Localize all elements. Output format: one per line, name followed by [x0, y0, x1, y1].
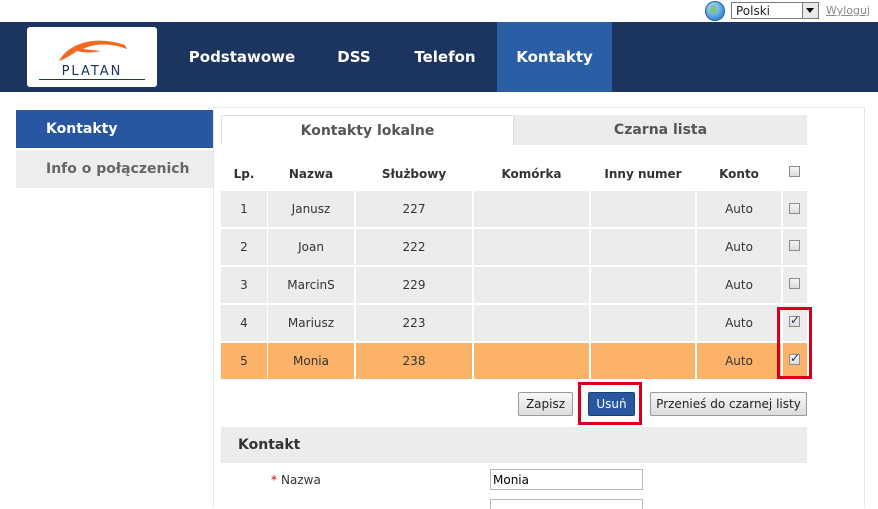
move-to-blacklist-button[interactable]: Przenieś do czarnej listy	[650, 392, 807, 416]
cell-komorka	[474, 191, 589, 227]
required-mark: *	[271, 473, 277, 487]
column-header-lp: Lp.	[233, 167, 255, 181]
nav-kontakty[interactable]: Kontakty	[497, 22, 612, 92]
cell-komorka	[474, 305, 589, 341]
select-all-checkbox[interactable]	[789, 166, 800, 177]
nav-telefon[interactable]: Telefon	[402, 22, 488, 92]
row-checkbox[interactable]	[789, 278, 800, 289]
column-header-sluzbowy: Służbowy	[381, 167, 447, 181]
cell-konto: Auto	[697, 343, 781, 379]
cell-lp: 3	[221, 267, 267, 303]
cell-sluzbowy: 238	[356, 343, 472, 379]
cell-nazwa: Mariusz	[268, 305, 354, 341]
cell-inny-numer	[591, 191, 695, 227]
cell-komorka	[474, 267, 589, 303]
cell-komorka	[474, 229, 589, 265]
save-button[interactable]: Zapisz	[518, 392, 573, 416]
name-field-label: * Nazwa	[271, 473, 321, 487]
column-header-konto: Konto	[719, 167, 759, 181]
cell-nazwa: Joan	[268, 229, 354, 265]
cell-sluzbowy: 227	[356, 191, 472, 227]
cell-konto: Auto	[697, 191, 781, 227]
globe-icon	[705, 1, 725, 21]
language-select-value: Polski	[736, 4, 771, 18]
name-label-text: Nazwa	[281, 473, 321, 487]
row-checkbox[interactable]	[789, 240, 800, 251]
cell-lp: 1	[221, 191, 267, 227]
annotation-highlight-checkboxes	[777, 307, 812, 379]
cell-sluzbowy: 229	[356, 267, 472, 303]
cell-inny-numer	[591, 229, 695, 265]
cell-konto: Auto	[697, 267, 781, 303]
tab-kontakty-lokalne[interactable]: Kontakty lokalne	[221, 115, 514, 145]
next-field-input[interactable]	[490, 499, 643, 509]
cell-inny-numer	[591, 267, 695, 303]
cell-lp: 5	[221, 343, 267, 379]
logo: PLATAN	[27, 27, 157, 87]
sidebar-item-kontakty[interactable]: Kontakty	[16, 110, 213, 148]
cell-inny-numer	[591, 305, 695, 341]
nav-podstawowe[interactable]: Podstawowe	[182, 22, 302, 92]
logo-text: PLATAN	[61, 64, 123, 79]
column-header-komorka: Komórka	[501, 167, 562, 181]
annotation-highlight-delete	[578, 382, 642, 425]
tab-czarna-lista[interactable]: Czarna lista	[514, 115, 807, 145]
cell-sluzbowy: 223	[356, 305, 472, 341]
sidebar-item-info-o-polaczeniach[interactable]: Info o połączenich	[16, 150, 213, 188]
row-checkbox[interactable]	[789, 203, 800, 214]
contact-section-title: Kontakt	[221, 427, 807, 463]
nav-dss[interactable]: DSS	[322, 22, 386, 92]
cell-nazwa: Monia	[268, 343, 354, 379]
cell-nazwa: MarcinS	[268, 267, 354, 303]
language-select[interactable]: Polski	[731, 2, 819, 19]
logo-divider	[39, 79, 145, 80]
cell-lp: 2	[221, 229, 267, 265]
logo-swoosh-icon	[59, 40, 127, 61]
cell-nazwa: Janusz	[268, 191, 354, 227]
column-header-inny-numer: Inny numer	[604, 167, 682, 181]
column-header-nazwa: Nazwa	[288, 167, 334, 181]
cell-konto: Auto	[697, 305, 781, 341]
cell-komorka	[474, 343, 589, 379]
name-input[interactable]	[490, 469, 643, 490]
cell-inny-numer	[591, 343, 695, 379]
sidebar: Kontakty Info o połączenich	[16, 110, 213, 190]
logout-link[interactable]: Wyloguj	[826, 4, 870, 17]
cell-konto: Auto	[697, 229, 781, 265]
cell-sluzbowy: 222	[356, 229, 472, 265]
header: PLATAN Podstawowe DSS Telefon Kontakty	[0, 22, 878, 92]
cell-lp: 4	[221, 305, 267, 341]
chevron-down-icon[interactable]	[802, 3, 818, 18]
top-bar: Polski Wyloguj	[0, 0, 878, 22]
